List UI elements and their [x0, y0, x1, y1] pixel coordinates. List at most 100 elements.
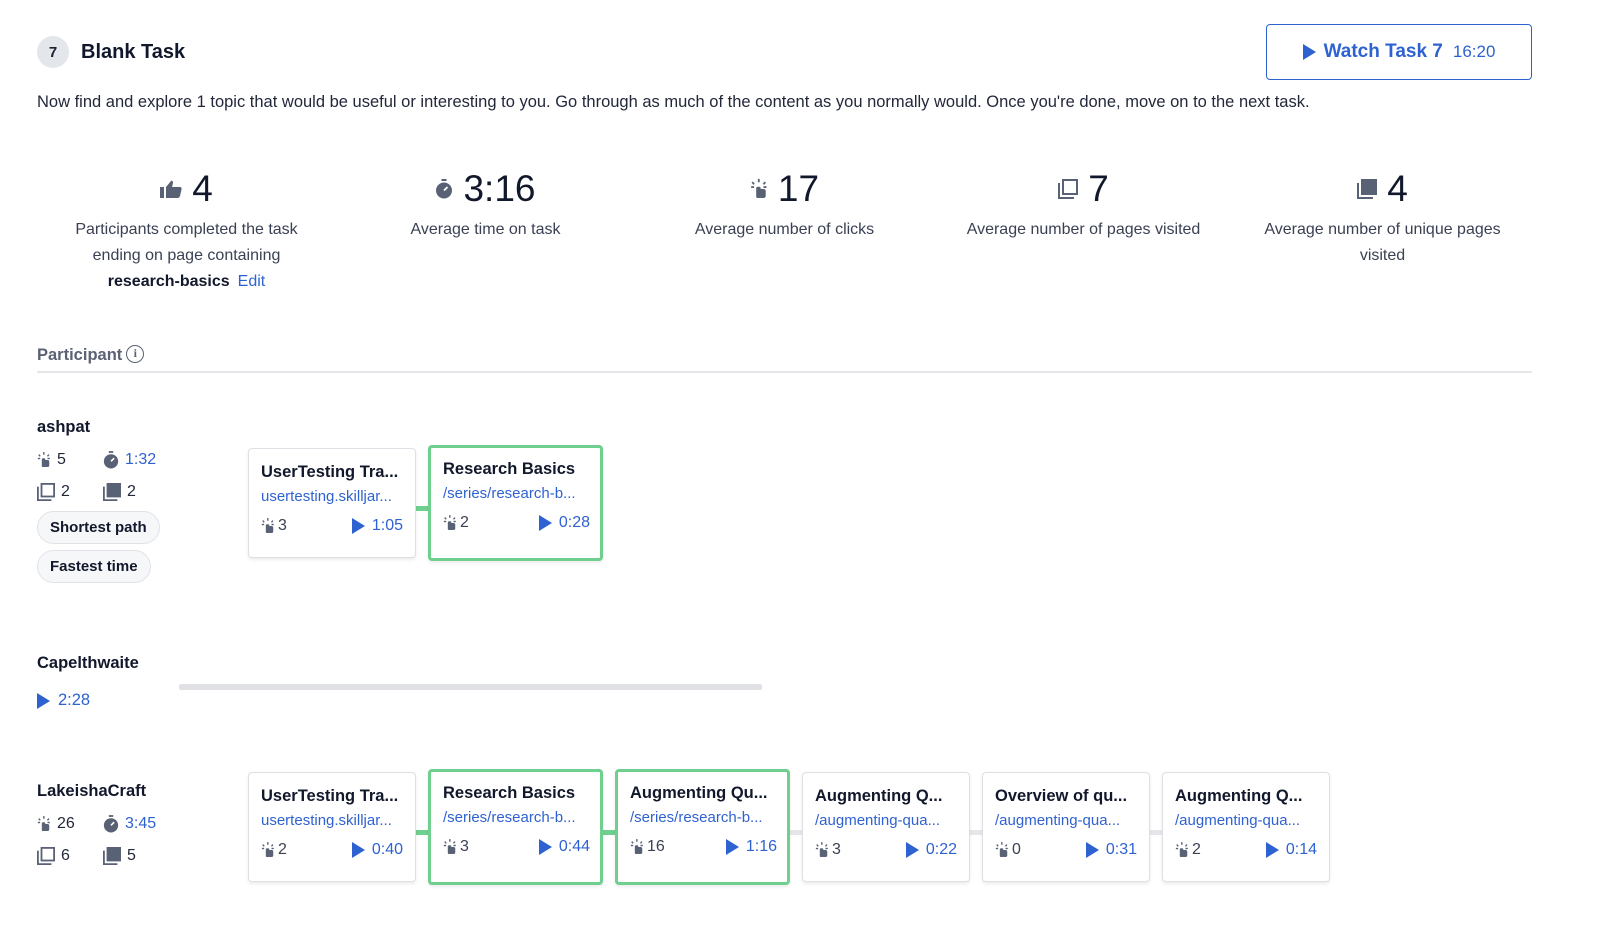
play-icon: [1085, 842, 1099, 858]
card-title: Research Basics: [443, 784, 576, 802]
loading-bar: [179, 684, 762, 690]
participant-stats: 26 3:45: [37, 815, 169, 833]
path-card-highlighted[interactable]: Research Basics /series/research-b... 3 …: [428, 769, 603, 885]
metric-avg-pages: 7 Average number of pages visited: [934, 165, 1233, 295]
path-ashpat: UserTesting Tra... usertesting.skilljar.…: [248, 445, 603, 561]
card-time: 0:28: [558, 514, 590, 531]
card-play-button[interactable]: 0:28: [538, 514, 590, 532]
metrics-row: 4 Participants completed the task ending…: [37, 165, 1532, 295]
card-time: 0:22: [925, 841, 957, 858]
card-clicks: 2: [460, 514, 469, 531]
card-clicks: 3: [278, 517, 287, 534]
pages-outline-icon: [37, 847, 55, 865]
card-title: Augmenting Q...: [815, 787, 943, 805]
path-card[interactable]: Overview of qu... /augmenting-qua... 0 0…: [982, 772, 1150, 882]
info-icon[interactable]: i: [126, 344, 145, 363]
path-card[interactable]: Augmenting Q... /augmenting-qua... 3 0:2…: [802, 772, 970, 882]
participant-stats: 5 1:32: [37, 451, 169, 469]
card-play-button[interactable]: 0:22: [905, 841, 957, 859]
click-icon: [261, 842, 275, 858]
participant-ashpat: ashpat 5 1:32 2 2 Shortest path Fastest …: [37, 418, 169, 583]
path-card-highlighted[interactable]: Augmenting Qu... /series/research-b... 1…: [615, 769, 790, 885]
card-play-button[interactable]: 0:14: [1265, 841, 1317, 859]
card-url[interactable]: /augmenting-qua...: [815, 812, 957, 829]
card-play-button[interactable]: 1:16: [725, 838, 777, 856]
stopwatch-icon: [435, 179, 453, 199]
card-title: Augmenting Q...: [1175, 787, 1303, 805]
path-card[interactable]: UserTesting Tra... usertesting.skilljar.…: [248, 448, 416, 558]
recording-time: 2:28: [58, 691, 91, 709]
play-icon: [905, 842, 919, 858]
card-clicks: 2: [1192, 841, 1201, 858]
card-title: UserTesting Tra...: [261, 463, 399, 481]
card-url[interactable]: /series/research-b...: [443, 809, 590, 826]
participant-header-label: Participant: [37, 346, 123, 364]
card-play-button[interactable]: 0:31: [1085, 841, 1137, 859]
card-title: Augmenting Qu...: [630, 784, 768, 802]
clicks-value: 5: [57, 451, 66, 468]
card-clicks: 2: [278, 841, 287, 858]
task-header: 7 Blank Task: [37, 36, 185, 68]
path-connector: [970, 830, 982, 835]
card-time: 0:40: [371, 841, 403, 858]
path-card[interactable]: UserTesting Tra... usertesting.skilljar.…: [248, 772, 416, 882]
card-time: 1:05: [371, 517, 403, 534]
metric-avg-time: 3:16 Average time on task: [336, 165, 635, 295]
click-icon: [37, 452, 51, 468]
click-icon: [261, 518, 275, 534]
card-url[interactable]: usertesting.skilljar...: [261, 488, 403, 505]
card-time: 0:14: [1285, 841, 1317, 858]
card-time: 1:16: [745, 838, 777, 855]
metric-label: Average time on task: [410, 221, 561, 238]
metric-value: 4: [1387, 168, 1408, 209]
pages-filled-icon: [1357, 179, 1377, 199]
pages-filled-icon: [103, 483, 121, 501]
thumbs-up-icon: [160, 180, 182, 198]
card-title: UserTesting Tra...: [261, 787, 399, 805]
click-icon: [750, 178, 768, 200]
pages-outline-icon: [1058, 179, 1078, 199]
card-clicks: 3: [832, 841, 841, 858]
metric-avg-clicks: 17 Average number of clicks: [635, 165, 934, 295]
fastest-time-badge: Fastest time: [37, 550, 151, 583]
card-url[interactable]: usertesting.skilljar...: [261, 812, 403, 829]
pages-value: 6: [61, 847, 70, 864]
card-play-button[interactable]: 1:05: [351, 517, 403, 535]
path-card-highlighted[interactable]: Research Basics /series/research-b... 2 …: [428, 445, 603, 561]
metric-label: Average number of pages visited: [966, 221, 1201, 238]
watch-task-label: Watch Task 7: [1323, 41, 1443, 62]
metric-value: 17: [777, 168, 820, 209]
card-title: Overview of qu...: [995, 787, 1128, 805]
participant-name: ashpat: [37, 418, 91, 436]
path-card[interactable]: Augmenting Q... /augmenting-qua... 2 0:1…: [1162, 772, 1330, 882]
path-connector: [1150, 830, 1162, 835]
participant-capelthwaite: Capelthwaite: [37, 654, 139, 673]
time-link[interactable]: 1:32: [125, 451, 156, 469]
shortest-path-badge: Shortest path: [37, 511, 160, 544]
page-term: research-basics: [107, 273, 230, 290]
path-connector: [416, 506, 428, 511]
metric-label-line: Participants completed the task: [75, 221, 298, 238]
metric-value: 7: [1088, 168, 1109, 209]
card-title: Research Basics: [443, 460, 576, 478]
watch-task-button[interactable]: Watch Task 7 16:20: [1266, 24, 1532, 80]
click-icon: [995, 842, 1009, 858]
click-icon: [443, 515, 457, 531]
card-url[interactable]: /augmenting-qua...: [1175, 812, 1317, 829]
play-icon: [725, 839, 739, 855]
participant-lakeishacraft: LakeishaCraft 26 3:45 6 5: [37, 782, 169, 865]
card-play-button[interactable]: 0:40: [351, 841, 403, 859]
play-recording-button[interactable]: 2:28: [37, 691, 90, 710]
card-play-button[interactable]: 0:44: [538, 838, 590, 856]
edit-link[interactable]: Edit: [238, 273, 266, 290]
task-number-badge: 7: [37, 36, 69, 68]
card-url[interactable]: /series/research-b...: [630, 809, 777, 826]
card-url[interactable]: /series/research-b...: [443, 485, 590, 502]
metric-label-line: ending on page containing: [92, 247, 281, 264]
unique-pages-value: 5: [127, 847, 136, 864]
card-url[interactable]: /augmenting-qua...: [995, 812, 1137, 829]
play-icon: [538, 839, 552, 855]
time-link[interactable]: 3:45: [125, 815, 156, 833]
clicks-value: 26: [57, 815, 75, 832]
path-connector: [790, 830, 802, 835]
